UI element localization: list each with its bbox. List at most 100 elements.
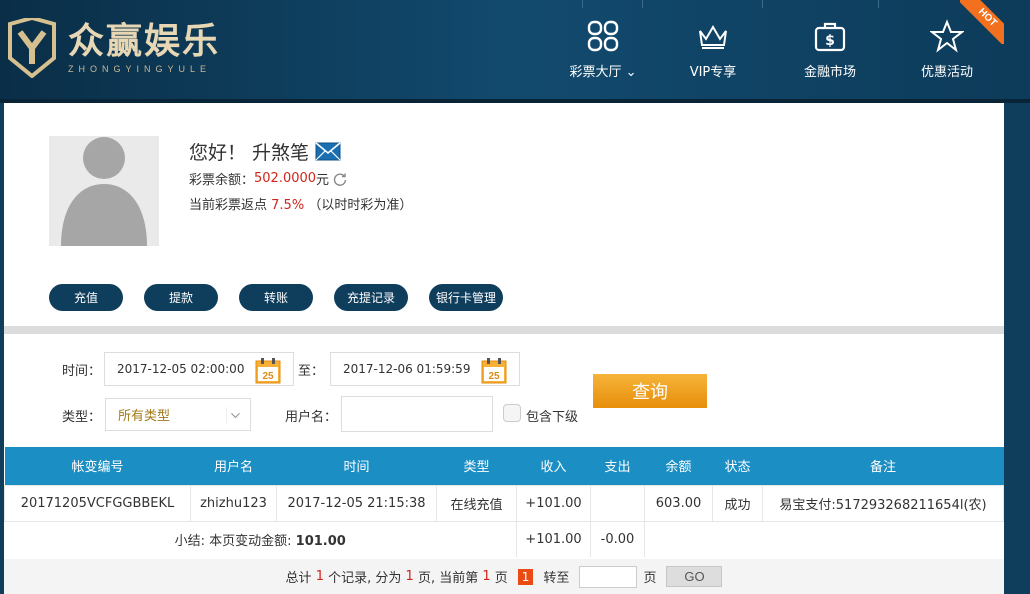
pager-text: 页 — [494, 571, 508, 586]
default-user-icon — [61, 137, 147, 246]
col-income: 收入 — [516, 447, 591, 485]
page-unit-label: 页 — [643, 571, 657, 586]
transfer-button[interactable]: 转账 — [239, 284, 313, 311]
nav-lottery-hall[interactable]: 彩票大厅 ⌄ — [566, 0, 640, 99]
include-subordinates-checkbox[interactable] — [503, 404, 521, 422]
avatar[interactable] — [49, 136, 159, 246]
pager-text: 页, 当前第 — [417, 571, 479, 586]
cell-type: 在线充值 — [436, 484, 517, 522]
cell-transaction-id: 20171205VCFGGBBEKL — [4, 484, 191, 522]
rebate-info: 当前彩票返点 7.5% （以时时彩为准） — [189, 194, 412, 213]
col-type: 类型 — [436, 447, 517, 485]
deposit-button[interactable]: 充值 — [49, 284, 123, 311]
start-date-value: 2017-12-05 02:00:00 — [117, 362, 245, 376]
cell-time: 2017-12-05 21:15:38 — [276, 484, 437, 522]
refresh-icon[interactable] — [333, 172, 347, 186]
balance-label: 彩票余额： — [189, 173, 255, 188]
start-date-input[interactable]: 2017-12-05 02:00:00 25 — [104, 352, 294, 386]
rebate-note: （以时时彩为准） — [308, 198, 413, 213]
col-transaction-id: 帐变编号 — [4, 447, 191, 485]
chevron-down-icon: ⌄ — [621, 65, 637, 80]
rebate-value: 7.5% — [271, 198, 305, 213]
greeting: 您好！ 升煞笔 — [189, 138, 341, 165]
table-row: 20171205VCFGGBBEKL zhizhu123 2017-12-05 … — [4, 484, 1004, 522]
end-date-input[interactable]: 2017-12-06 01:59:59 25 — [330, 352, 520, 386]
type-select[interactable]: 所有类型 — [105, 398, 251, 431]
pager-text: 总计 — [285, 571, 312, 586]
logo-emblem-icon — [8, 18, 56, 78]
crown-icon — [699, 25, 727, 49]
col-balance: 余额 — [644, 447, 713, 485]
money-bag-icon: $ — [814, 22, 846, 52]
account-panel: 您好！ 升煞笔 彩票余额： 502.0000 元 当前彩票返点 7.5% （以时… — [4, 103, 1004, 594]
end-date-value: 2017-12-06 01:59:59 — [343, 362, 471, 376]
transaction-records-button[interactable]: 充提记录 — [334, 284, 408, 311]
col-expense: 支出 — [590, 447, 645, 485]
summary-expense: -0.00 — [590, 521, 645, 557]
balance-unit: 元 — [316, 173, 330, 188]
col-status: 状态 — [712, 447, 763, 485]
jump-label: 转至 — [543, 571, 570, 586]
nav-label: 彩票大厅 — [569, 65, 622, 80]
pagination: 总计 1 个记录, 分为 1 页, 当前第 1 页 1 转至 页 GO — [4, 559, 1004, 594]
withdraw-button[interactable]: 提款 — [144, 284, 218, 311]
type-select-value: 所有类型 — [118, 409, 171, 424]
svg-text:25: 25 — [488, 371, 500, 382]
username-input[interactable] — [341, 396, 493, 432]
site-logo[interactable]: 众赢娱乐 ZHONGYINGYULE — [6, 18, 220, 78]
table-header-row: 帐变编号 用户名 时间 类型 收入 支出 余额 状态 备注 — [4, 447, 1004, 485]
col-remark: 备注 — [762, 447, 1004, 485]
logo-title: 众赢娱乐 — [68, 21, 221, 62]
col-time: 时间 — [276, 447, 437, 485]
svg-text:25: 25 — [262, 371, 274, 382]
type-label: 类型： — [62, 410, 102, 425]
greeting-text: 您好！ 升煞笔 — [189, 142, 310, 164]
cell-remark: 易宝支付:517293268211654l(农) — [762, 484, 1004, 522]
lottery-balance: 彩票余额： 502.0000 元 — [189, 169, 347, 188]
top-header: 众赢娱乐 ZHONGYINGYULE 彩票大厅 ⌄ VIP专享 $ 金融市场 优… — [0, 0, 1030, 103]
pager-pages: 1 — [405, 569, 414, 584]
query-button[interactable]: 查询 — [593, 374, 707, 408]
rebate-label: 当前彩票返点 — [189, 198, 268, 213]
include-subordinates-label: 包含下级 — [526, 410, 579, 425]
cell-income: +101.00 — [516, 484, 591, 522]
cell-status: 成功 — [712, 484, 763, 522]
page-button-current[interactable]: 1 — [517, 568, 534, 585]
pager-total: 1 — [315, 569, 324, 584]
hot-badge: HOT — [960, 0, 1004, 44]
cell-username: zhizhu123 — [190, 484, 277, 522]
username-label: 用户名： — [285, 410, 338, 425]
balance-value: 502.0000 — [254, 171, 317, 186]
col-username: 用户名 — [190, 447, 277, 485]
pager-text: 个记录, 分为 — [328, 571, 402, 586]
section-divider — [4, 326, 1004, 334]
nav-label: 优惠活动 — [920, 65, 973, 80]
nav-label: 金融市场 — [803, 65, 856, 80]
summary-amount: 101.00 — [295, 533, 346, 549]
nav-finance[interactable]: $ 金融市场 — [793, 0, 867, 99]
calendar-icon[interactable]: 25 — [255, 358, 281, 384]
calendar-icon[interactable]: 25 — [481, 358, 507, 384]
to-label: 至： — [298, 364, 325, 379]
svg-text:$: $ — [825, 33, 835, 49]
summary-label: 小结: 本页变动金额: — [174, 533, 296, 549]
bank-card-button[interactable]: 银行卡管理 — [429, 284, 503, 311]
cell-balance: 603.00 — [644, 484, 713, 522]
mail-icon[interactable] — [315, 142, 341, 161]
nav-label: VIP专享 — [689, 65, 737, 80]
cell-expense — [590, 484, 645, 522]
star-icon — [930, 19, 964, 53]
transaction-table: 帐变编号 用户名 时间 类型 收入 支出 余额 状态 备注 20171205VC… — [4, 447, 1004, 557]
nav-vip[interactable]: VIP专享 — [676, 0, 750, 99]
grid-icon — [587, 20, 619, 52]
pager-current: 1 — [482, 569, 491, 584]
logo-subtitle: ZHONGYINGYULE — [68, 64, 212, 74]
chevron-down-icon — [226, 407, 240, 423]
summary-label-cell: 小结: 本页变动金额: 101.00 — [4, 521, 517, 557]
page-jump-input[interactable] — [579, 565, 638, 588]
time-label: 时间： — [62, 364, 102, 379]
summary-row: 小结: 本页变动金额: 101.00 +101.00 -0.00 — [4, 521, 1004, 557]
summary-income: +101.00 — [516, 521, 591, 557]
account-actions: 充值 提款 转账 充提记录 银行卡管理 — [49, 284, 524, 311]
go-button[interactable]: GO — [666, 566, 723, 587]
